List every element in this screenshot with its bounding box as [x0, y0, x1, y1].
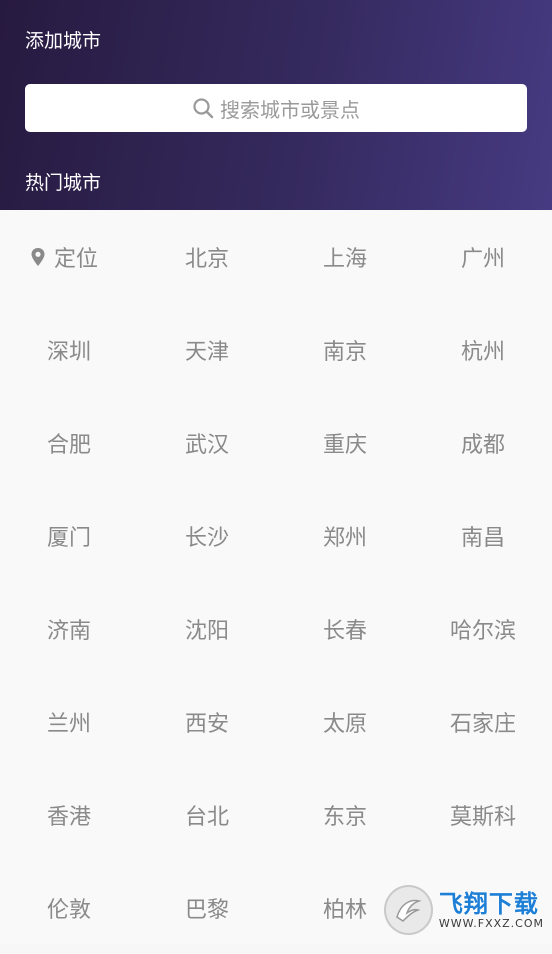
watermark-logo-icon [384, 885, 433, 935]
hot-cities-heading: 热门城市 [25, 172, 102, 194]
city-item[interactable]: 沈阳 [138, 582, 276, 675]
city-item[interactable]: 上海 [276, 210, 414, 303]
city-item[interactable]: 武汉 [138, 396, 276, 489]
city-label: 杭州 [460, 339, 505, 365]
city-item[interactable]: 南昌 [414, 489, 552, 582]
city-label: 长沙 [184, 525, 229, 551]
city-item[interactable]: 长春 [276, 582, 414, 675]
city-label: 深圳 [46, 339, 91, 365]
city-item[interactable]: 香港 [0, 768, 138, 861]
search-input[interactable]: 搜索城市或景点 [25, 84, 527, 132]
city-label: 济南 [46, 618, 91, 644]
city-label: 东京 [322, 804, 367, 830]
city-item[interactable]: 杭州 [414, 303, 552, 396]
city-item[interactable]: 太原 [276, 675, 414, 768]
city-item-location[interactable]: 定位 [0, 210, 138, 303]
city-label: 合肥 [46, 432, 91, 458]
city-item[interactable]: 巴黎 [138, 861, 276, 954]
city-label: 兰州 [46, 711, 91, 737]
city-item[interactable]: 西安 [138, 675, 276, 768]
city-label: 天津 [184, 339, 229, 365]
header-banner: 添加城市 搜索城市或景点 热门城市 [0, 0, 552, 210]
city-item[interactable]: 深圳 [0, 303, 138, 396]
city-label: 郑州 [322, 525, 367, 551]
city-label: 伦敦 [46, 897, 91, 923]
city-label: 西安 [184, 711, 229, 737]
city-item[interactable]: 东京 [276, 768, 414, 861]
city-item[interactable]: 石家庄 [414, 675, 552, 768]
city-item[interactable]: 哈尔滨 [414, 582, 552, 675]
city-label: 哈尔滨 [449, 618, 516, 644]
city-label: 南京 [322, 339, 367, 365]
search-placeholder: 搜索城市或景点 [220, 97, 360, 122]
city-label: 成都 [460, 432, 505, 458]
watermark: 飞翔下载 WWW.FXXZ.COM [384, 884, 544, 936]
city-item[interactable]: 成都 [414, 396, 552, 489]
city-item[interactable]: 伦敦 [0, 861, 138, 954]
city-label: 武汉 [184, 432, 229, 458]
city-label: 香港 [46, 804, 91, 830]
city-item[interactable]: 南京 [276, 303, 414, 396]
city-item[interactable]: 济南 [0, 582, 138, 675]
city-label: 南昌 [460, 525, 505, 551]
city-item[interactable]: 合肥 [0, 396, 138, 489]
city-label: 太原 [322, 711, 367, 737]
city-grid: 定位 北京 上海 广州深圳 天津 南京 杭州合肥 武汉 重庆 成都厦门 长沙 郑州 南昌济南 沈阳 长春 哈尔… [0, 210, 552, 944]
city-label: 巴黎 [184, 897, 229, 923]
city-label: 厦门 [46, 525, 91, 551]
city-label: 重庆 [322, 432, 367, 458]
city-label: 莫斯科 [449, 804, 516, 830]
city-item[interactable]: 台北 [138, 768, 276, 861]
city-label: 上海 [322, 246, 367, 272]
city-label: 北京 [184, 246, 229, 272]
city-item[interactable]: 莫斯科 [414, 768, 552, 861]
city-label: 广州 [460, 246, 505, 272]
city-label: 长春 [322, 618, 367, 644]
city-label: 柏林 [322, 897, 367, 923]
location-pin-icon [30, 247, 46, 267]
watermark-url: WWW.FXXZ.COM [438, 916, 544, 930]
city-item[interactable]: 郑州 [276, 489, 414, 582]
city-item[interactable]: 重庆 [276, 396, 414, 489]
watermark-text: 飞翔下载 [438, 889, 539, 918]
city-item[interactable]: 厦门 [0, 489, 138, 582]
city-label: 石家庄 [449, 711, 516, 737]
city-label: 台北 [184, 804, 229, 830]
search-icon [192, 97, 214, 119]
city-label: 沈阳 [184, 618, 229, 644]
city-item[interactable]: 兰州 [0, 675, 138, 768]
city-label: 定位 [53, 246, 98, 272]
city-item[interactable]: 长沙 [138, 489, 276, 582]
city-item[interactable]: 北京 [138, 210, 276, 303]
city-item[interactable]: 广州 [414, 210, 552, 303]
city-item[interactable]: 天津 [138, 303, 276, 396]
page-title: 添加城市 [25, 30, 102, 52]
